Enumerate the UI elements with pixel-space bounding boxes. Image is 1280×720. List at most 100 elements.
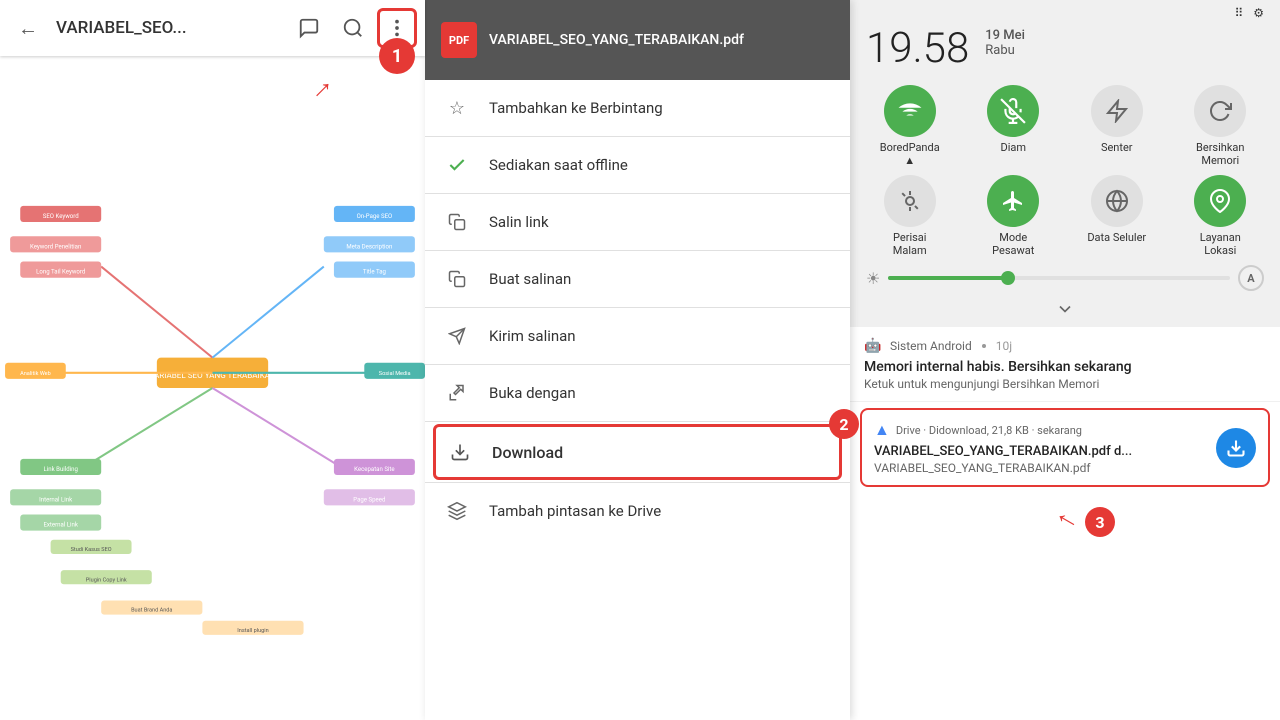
menu-item-favorite[interactable]: ☆ Tambahkan ke Berbintang — [425, 80, 850, 136]
wifi-label: BoredPanda ▲ — [878, 141, 942, 167]
drive-notif-title: VARIABEL_SEO_YANG_TERABAIKAN.pdf d... — [874, 444, 1134, 459]
drive-notif-meta: Drive · Didownload, 21,8 KB · sekarang — [896, 424, 1082, 437]
pesawat-label: Mode Pesawat — [981, 231, 1045, 257]
bersihkan-circle[interactable] — [1194, 85, 1246, 137]
settings-icon[interactable]: ⚙ — [1253, 6, 1264, 20]
diam-circle[interactable] — [987, 85, 1039, 137]
dot-separator — [982, 344, 986, 348]
brightness-low-icon: ☀ — [866, 269, 880, 288]
menu-item-buat-salinan[interactable]: Buat salinan — [425, 251, 850, 307]
android-app-name: Sistem Android — [890, 339, 972, 353]
android-app-icon: 🤖 — [864, 337, 882, 355]
diam-label: Diam — [1000, 141, 1026, 154]
menu-item-download[interactable]: Download 2 ➤ — [433, 424, 842, 480]
download-icon — [448, 440, 472, 464]
menu-item-shortcut[interactable]: Tambah pintasan ke Drive — [425, 483, 850, 539]
menu-header: PDF VARIABEL_SEO_YANG_TERABAIKAN.pdf — [425, 0, 850, 80]
svg-text:Kecepatan Site: Kecepatan Site — [354, 466, 394, 473]
buat-salinan-icon — [445, 267, 469, 291]
svg-text:VARIABEL SEO YANG TERABAIKAN: VARIABEL SEO YANG TERABAIKAN — [149, 370, 276, 380]
document-content: VARIABEL SEO YANG TERABAIKAN SEO Keyword… — [0, 56, 425, 720]
date-info: 19 Mei Rabu — [985, 28, 1025, 58]
kirim-salinan-icon — [445, 324, 469, 348]
tile-wifi[interactable]: BoredPanda ▲ — [862, 85, 958, 167]
svg-text:Title Tag: Title Tag — [363, 269, 386, 276]
left-panel: ← VARIABEL_SEO... — [0, 0, 425, 720]
data-circle[interactable] — [1091, 175, 1143, 227]
pesawat-circle[interactable] — [987, 175, 1039, 227]
brightness-track[interactable] — [888, 276, 1230, 280]
menu-item-kirim-salinan[interactable]: Kirim salinan — [425, 308, 850, 364]
lokasi-label: Layanan Lokasi — [1188, 231, 1252, 257]
annotation-3-area: ↑ 3 — [850, 493, 1280, 543]
comment-button[interactable] — [289, 8, 329, 48]
auto-brightness[interactable]: A — [1238, 265, 1264, 291]
perisai-circle[interactable] — [884, 175, 936, 227]
menu-item-buka-dengan[interactable]: Buka dengan — [425, 365, 850, 421]
copy-link-label: Salin link — [489, 213, 549, 231]
kirim-salinan-label: Kirim salinan — [489, 327, 576, 345]
drive-notif-subtitle: VARIABEL_SEO_YANG_TERABAIKAN.pdf — [874, 461, 1206, 475]
android-notif-title: Memori internal habis. Bersihkan sekaran… — [864, 359, 1266, 375]
tile-perisai[interactable]: Perisai Malam — [862, 175, 958, 257]
menu-item-offline[interactable]: Sediakan saat offline — [425, 137, 850, 193]
shortcut-icon — [445, 499, 469, 523]
svg-text:Sosial Media: Sosial Media — [379, 371, 411, 377]
annotation-3-arrow: ↑ — [1047, 505, 1083, 534]
perisai-label: Perisai Malam — [878, 231, 942, 257]
search-button[interactable] — [333, 8, 373, 48]
tile-senter[interactable]: Senter — [1069, 85, 1165, 167]
drive-download-button[interactable] — [1216, 428, 1256, 468]
svg-text:Meta Description: Meta Description — [346, 243, 392, 250]
svg-text:Long Tail Keyword: Long Tail Keyword — [36, 269, 85, 276]
tile-diam[interactable]: Diam — [966, 85, 1062, 167]
quick-tiles: BoredPanda ▲ Diam Sen — [850, 81, 1280, 175]
download-label: Download — [492, 443, 563, 462]
expand-row[interactable] — [850, 295, 1280, 323]
back-button[interactable]: ← — [8, 8, 48, 48]
context-menu-panel: PDF VARIABEL_SEO_YANG_TERABAIKAN.pdf ☆ T… — [425, 0, 850, 720]
document-title: VARIABEL_SEO... — [56, 18, 281, 38]
buka-dengan-icon — [445, 381, 469, 405]
svg-text:SEO Keyword: SEO Keyword — [43, 213, 79, 220]
android-notif-time: 10j — [996, 339, 1012, 353]
lokasi-circle[interactable] — [1194, 175, 1246, 227]
svg-text:Install plugin: Install plugin — [237, 628, 268, 634]
top-bar: ← VARIABEL_SEO... — [0, 0, 425, 56]
pdf-icon: PDF — [441, 22, 477, 58]
menu-filename: VARIABEL_SEO_YANG_TERABAIKAN.pdf — [489, 32, 834, 48]
tile-bersihkan[interactable]: Bersihkan Memori — [1173, 85, 1269, 167]
tile-data[interactable]: Data Seluler — [1069, 175, 1165, 257]
buka-dengan-label: Buka dengan — [489, 384, 576, 402]
annotation-2: 2 — [829, 409, 859, 439]
svg-text:External Link: External Link — [43, 522, 78, 529]
annotation-3: 3 — [1085, 507, 1115, 537]
brightness-row: ☀ A — [850, 265, 1280, 295]
notification-section: 🤖 Sistem Android 10j Memori internal hab… — [850, 327, 1280, 720]
right-panel: ⠿ ⚙ 19.58 19 Mei Rabu BoredPanda ▲ — [850, 0, 1280, 720]
menu-item-copy-link[interactable]: Salin link — [425, 194, 850, 250]
favorite-icon: ☆ — [445, 96, 469, 120]
bersihkan-label: Bersihkan Memori — [1188, 141, 1252, 167]
time-row: 19.58 19 Mei Rabu — [850, 20, 1280, 81]
tile-lokasi[interactable]: Layanan Lokasi — [1173, 175, 1269, 257]
android-notif-body: Ketuk untuk mengunjungi Bersihkan Memori — [864, 377, 1266, 391]
svg-text:Studi Kasus SEO: Studi Kasus SEO — [71, 547, 112, 553]
svg-text:Analitik Web: Analitik Web — [20, 371, 51, 377]
mindmap-area: VARIABEL SEO YANG TERABAIKAN SEO Keyword… — [0, 56, 425, 720]
senter-circle[interactable] — [1091, 85, 1143, 137]
android-notification[interactable]: 🤖 Sistem Android 10j Memori internal hab… — [850, 327, 1280, 402]
svg-text:Link Building: Link Building — [44, 466, 78, 473]
svg-text:Page Speed: Page Speed — [353, 496, 385, 503]
offline-icon — [445, 153, 469, 177]
wifi-circle[interactable] — [884, 85, 936, 137]
senter-label: Senter — [1101, 141, 1133, 154]
svg-text:Plugin Copy Link: Plugin Copy Link — [86, 577, 127, 583]
svg-text:Buat Brand Anda: Buat Brand Anda — [131, 608, 172, 614]
brightness-thumb[interactable] — [1001, 271, 1015, 285]
day-text: Rabu — [985, 43, 1025, 58]
drive-notification[interactable]: ▲ Drive · Didownload, 21,8 KB · sekarang… — [860, 408, 1270, 487]
tile-pesawat[interactable]: Mode Pesawat — [966, 175, 1062, 257]
buat-salinan-label: Buat salinan — [489, 270, 571, 288]
offline-label: Sediakan saat offline — [489, 156, 628, 174]
